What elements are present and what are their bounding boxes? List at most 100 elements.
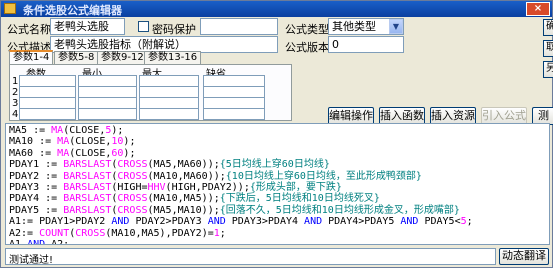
code-token: PDAY5 := (9, 204, 64, 216)
code-token: (CLOSE, (69, 147, 112, 159)
code-line: MA10 := MA(CLOSE,10); (9, 136, 546, 147)
code-token: ); (123, 147, 136, 159)
chevron-down-icon[interactable]: ▼ (389, 19, 403, 34)
code-token: MA (57, 147, 70, 159)
confirm-button[interactable]: 确 (543, 19, 553, 36)
code-line: A2:= COUNT(CROSS(MA10,MA5),PDAY2)=1; (9, 228, 546, 239)
tab-params-5-8[interactable]: 参数5-8 (54, 51, 99, 64)
code-line: A1 AND A2; (9, 238, 546, 245)
code-token: MA (57, 136, 70, 148)
formula-code-editor[interactable]: MA5 := MA(CLOSE,5); MA10 := MA(CLOSE,10);… (5, 123, 550, 245)
formula-name-label: 公式名称 (7, 23, 51, 36)
dynamic-translate-button[interactable]: 动态翻译 (499, 248, 549, 265)
code-token: ); (123, 136, 136, 148)
window-title: 条件选股公式编辑器 (23, 4, 122, 17)
code-token: CROSS (117, 159, 148, 171)
tab-params-13-16[interactable]: 参数13-16 (144, 51, 202, 64)
code-line: A1:= PDAY1>PDAY2 AND PDAY2>PDAY3 AND PDA… (9, 216, 546, 227)
code-token: PDAY4 := (9, 193, 64, 205)
code-token: BARSLAST (63, 181, 112, 193)
code-token: A2:= (9, 227, 40, 239)
code-token: AND (111, 216, 130, 228)
password-input[interactable] (200, 18, 278, 35)
code-line: MA5 := MA(CLOSE,5); (9, 125, 546, 136)
code-token: AND (400, 216, 419, 228)
code-token: A2; (45, 238, 70, 245)
param-row-label: 3 (12, 98, 19, 109)
code-token: 60 (111, 147, 124, 159)
code-token: PDAY1 := (9, 159, 64, 171)
code-token: ; (466, 216, 473, 228)
code-token: A1 (9, 238, 28, 245)
formula-version-label: 公式版本 (285, 41, 329, 54)
code-token: PDAY2 := (9, 170, 64, 182)
code-token: {回落不久，5日均线和10日均线形成金叉，形成嘴部} (219, 204, 460, 216)
code-line: PDAY5 := BARSLAST(CROSS(MA5,MA10));{回落不久… (9, 205, 546, 216)
code-line: PDAY3 := BARSLAST(HIGH=HHV(HIGH,PDAY2));… (9, 182, 546, 193)
code-line: PDAY2 := BARSLAST(CROSS(MA10,MA60));{10日… (9, 171, 546, 182)
param-cell[interactable] (78, 108, 137, 120)
formula-name-input[interactable]: 老鸭头选股 (50, 18, 125, 35)
param-cell[interactable] (139, 108, 199, 120)
formula-version-input[interactable]: 0 (328, 36, 404, 53)
code-token: CROSS (117, 193, 148, 205)
code-token: BARSLAST (63, 204, 112, 216)
code-token: (HIGH,PDAY2)); (165, 181, 250, 193)
code-token: (CLOSE, (69, 136, 112, 148)
code-token: {5日均线上穿60日均线} (219, 159, 330, 171)
tab-params-1-4[interactable]: 参数1-4 (9, 50, 54, 65)
code-token: CROSS (75, 227, 106, 239)
code-token: CROSS (117, 170, 148, 182)
code-token: AND (27, 238, 46, 245)
password-protect-label: 密码保护 (152, 23, 196, 36)
code-token: AND (304, 216, 323, 228)
param-cell[interactable] (203, 108, 265, 120)
param-panel: 参数 最小 最大 缺省 1 2 3 4 (9, 64, 292, 121)
code-token: MA (51, 125, 64, 136)
cancel-button[interactable]: 取 (543, 40, 553, 57)
code-line: MA60 := MA(CLOSE,60); (9, 148, 546, 159)
code-token: CROSS (117, 204, 148, 216)
code-token: {10日均线上穿60日均线，至此形成鸭颈部} (225, 170, 422, 182)
code-token: PDAY4>PDAY5 (322, 216, 401, 228)
code-token: {下跌后，5日均线和10日均线死叉} (219, 193, 380, 205)
password-protect-checkbox[interactable] (138, 21, 149, 32)
code-token: PDAY3 := (9, 181, 64, 193)
param-row-label: 1 (12, 76, 19, 87)
status-text: 测试通过! (9, 255, 54, 266)
status-bar: 测试通过! (5, 248, 496, 266)
code-token: ; (219, 227, 226, 239)
code-token: HHV (147, 181, 166, 193)
code-token: 10 (111, 136, 124, 148)
param-cell[interactable] (19, 108, 76, 120)
title-bar[interactable]: 条件选股公式编辑器 × (1, 1, 552, 17)
code-token: BARSLAST (63, 170, 112, 182)
code-token: PDAY2>PDAY3 (129, 216, 208, 228)
code-token: PDAY5< (418, 216, 461, 228)
tab-params-9-12[interactable]: 参数9-12 (97, 51, 148, 64)
code-line: PDAY4 := BARSLAST(CROSS(MA10,MA5));{下跌后，… (9, 193, 546, 204)
app-icon (4, 3, 16, 14)
code-line: PDAY1 := BARSLAST(CROSS(MA5,MA60));{5日均线… (9, 159, 546, 170)
formula-type-label: 公式类型 (285, 23, 329, 36)
code-token: MA60 := (9, 147, 58, 159)
code-token: {形成头部，要下跌} (249, 181, 342, 193)
formula-type-value: 其他类型 (332, 20, 376, 33)
code-token: (MA5,MA10)); (147, 204, 220, 216)
save-as-button[interactable]: 另 (543, 61, 553, 78)
code-token: (MA5,MA60)); (147, 159, 220, 171)
code-token: (CLOSE, (63, 125, 106, 136)
param-row-label: 4 (12, 109, 19, 120)
formula-editor-window: 条件选股公式编辑器 × 公式名称 老鸭头选股 密码保护 公式类型 其他类型 ▼ … (0, 0, 553, 268)
param-row-label: 2 (12, 87, 19, 98)
code-token: AND (207, 216, 226, 228)
code-token: (MA10,MA5)); (147, 193, 220, 205)
code-token: MA10 := (9, 136, 58, 148)
code-token: COUNT (39, 227, 70, 239)
code-token: BARSLAST (63, 193, 112, 205)
code-token: (HIGH= (111, 181, 148, 193)
close-button[interactable]: × (526, 2, 550, 16)
code-token: (MA10,MA5),PDAY2)= (105, 227, 214, 239)
code-token: ); (111, 125, 124, 136)
code-token: PDAY3>PDAY4 (225, 216, 305, 228)
